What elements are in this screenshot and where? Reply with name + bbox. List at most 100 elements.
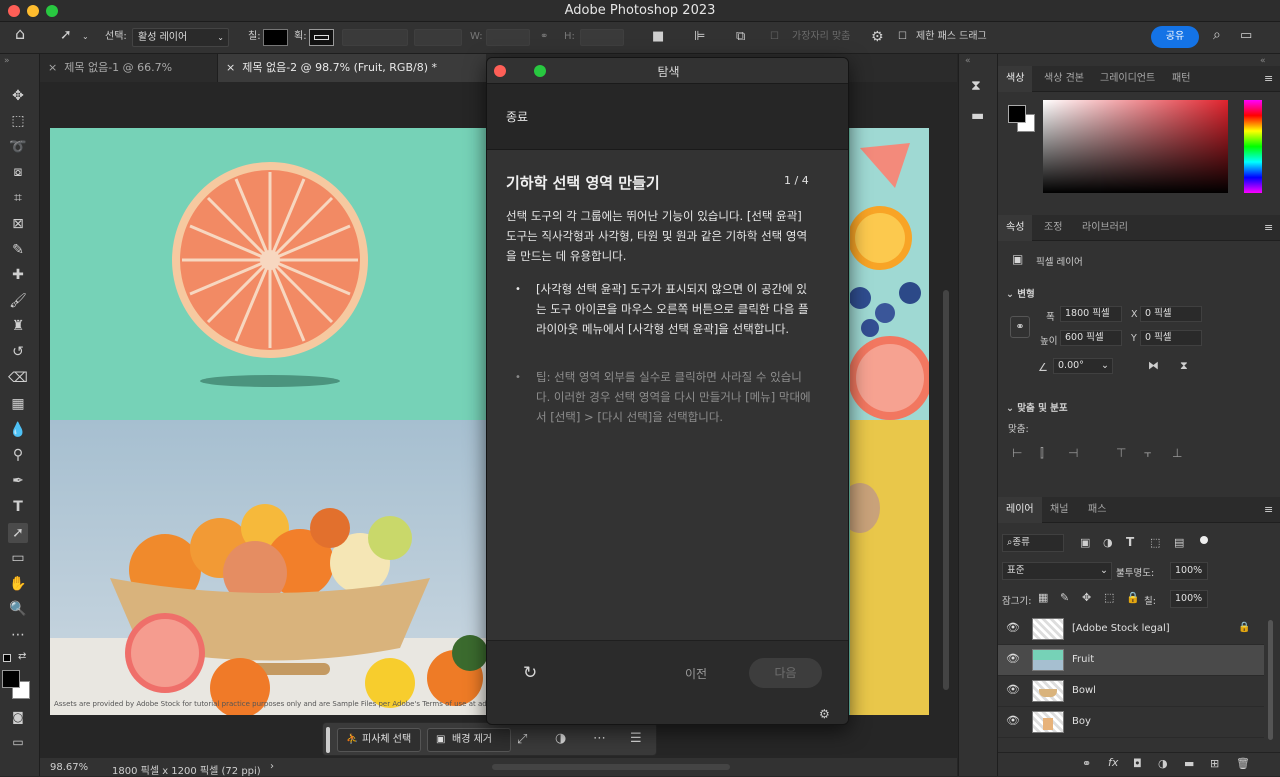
type-tool-icon[interactable]: T <box>8 497 28 517</box>
horizontal-scrollbar[interactable] <box>492 764 730 770</box>
angle-field[interactable]: 0.00° ⌄ <box>1053 358 1113 374</box>
link-icon[interactable]: ⚭ <box>540 28 548 46</box>
trash-icon[interactable]: 🗑 <box>1236 757 1250 770</box>
eye-icon[interactable]: 👁 <box>1006 683 1020 696</box>
default-colors-icon[interactable] <box>3 654 11 662</box>
zoom-level[interactable]: 98.67% <box>50 762 88 773</box>
width-field[interactable] <box>486 29 530 46</box>
align-top-icon[interactable]: ⊤ <box>1116 446 1126 460</box>
select-subject-button[interactable]: ⛹ 피사체 선택 <box>337 728 421 752</box>
panel-menu-icon[interactable]: ≡ <box>1264 72 1273 85</box>
comments-icon[interactable]: ▬ <box>971 108 984 124</box>
more-tools-icon[interactable]: ⋯ <box>8 625 28 645</box>
eye-icon[interactable]: 👁 <box>1006 714 1020 727</box>
shape-filter-icon[interactable]: ⬚ <box>1150 536 1160 549</box>
healing-brush-icon[interactable]: ✚ <box>8 265 28 285</box>
share-button[interactable]: 공유 <box>1151 26 1199 48</box>
panel-menu-icon[interactable]: ≡ <box>1264 503 1273 516</box>
history-brush-icon[interactable]: ↺ <box>8 342 28 362</box>
close-tab-icon[interactable]: × <box>226 61 235 74</box>
path-arrangement-icon[interactable]: ⧉ <box>736 28 745 46</box>
stroke-width-field[interactable] <box>342 29 408 46</box>
tab-libraries[interactable]: 라이브러리 <box>1074 215 1136 241</box>
layers-scrollbar[interactable] <box>1268 620 1273 740</box>
blend-mode-dropdown[interactable]: 표준 ⌄ <box>1002 562 1112 580</box>
tab-properties[interactable]: 속성 <box>998 215 1033 241</box>
tab-gradients[interactable]: 그레이디언트 <box>1092 66 1163 92</box>
new-adjustment-icon[interactable]: ◑ <box>1158 757 1168 770</box>
zoom-tool-icon[interactable]: 🔍 <box>8 599 28 619</box>
fx-icon[interactable]: fx <box>1108 756 1118 769</box>
more-options-icon[interactable]: ⋯ <box>593 731 606 746</box>
link-icon[interactable]: ⚭ <box>1010 316 1030 338</box>
path-selection-tool-icon[interactable]: ➚ <box>60 26 72 44</box>
vertical-scrollbar[interactable] <box>943 290 949 690</box>
end-button[interactable]: 종료 <box>506 108 528 125</box>
pen-tool-icon[interactable]: ✒ <box>8 471 28 491</box>
path-operations-icon[interactable]: ■ <box>652 28 664 46</box>
restart-icon[interactable]: ↻ <box>523 663 537 683</box>
remove-background-button[interactable]: ▣ 배경 제거 <box>427 728 511 752</box>
gradient-tool-icon[interactable]: ▦ <box>8 394 28 414</box>
settings-sliders-icon[interactable]: ☰ <box>630 731 642 746</box>
constrain-path-checkbox[interactable]: ☐ <box>898 28 907 46</box>
blur-tool-icon[interactable]: 💧 <box>8 420 28 440</box>
tab-paths[interactable]: 패스 <box>1080 497 1114 523</box>
hand-tool-icon[interactable]: ✋ <box>8 574 28 594</box>
rectangle-tool-icon[interactable]: ▭ <box>8 548 28 568</box>
type-filter-icon[interactable]: T <box>1126 535 1134 549</box>
tab-document-1[interactable]: × 제목 없음-1 @ 66.7% (RGB/8) <box>40 54 218 102</box>
align-section[interactable]: ⌄ 맞춤 및 분포 <box>1006 400 1068 414</box>
screen-mode-icon[interactable]: ▭ <box>8 732 28 752</box>
path-alignment-icon[interactable]: ⊫ <box>694 28 705 46</box>
tab-color[interactable]: 색상 <box>998 66 1033 92</box>
layer-row[interactable]: 👁 [Adobe Stock legal] 🔒 <box>998 614 1264 645</box>
collapse-icon[interactable]: « <box>1260 56 1266 66</box>
height-field[interactable]: 600 픽셀 <box>1060 330 1122 346</box>
y-field[interactable]: 0 픽셀 <box>1140 330 1202 346</box>
collapse-icon[interactable]: « <box>965 56 971 66</box>
pixel-filter-icon[interactable]: ▣ <box>1080 536 1090 549</box>
layer-row[interactable]: 👁 Bowl <box>998 676 1264 707</box>
chevron-down-icon[interactable]: ⌄ <box>82 28 89 46</box>
color-field[interactable] <box>1043 100 1228 193</box>
tab-channels[interactable]: 채널 <box>1042 497 1076 523</box>
align-middle-icon[interactable]: ⫟ <box>1144 446 1151 461</box>
link-layers-icon[interactable]: ⚭ <box>1082 757 1091 770</box>
layer-row[interactable]: 👁 Boy <box>998 707 1264 738</box>
align-left-icon[interactable]: ⊢ <box>1012 446 1022 460</box>
layer-row[interactable]: 👁 Fruit <box>998 645 1264 676</box>
move-tool-icon[interactable]: ✥ <box>8 86 28 106</box>
fill-swatch[interactable] <box>263 29 288 46</box>
foreground-color-swatch[interactable] <box>1008 105 1026 123</box>
foreground-color-swatch[interactable] <box>2 670 20 688</box>
swap-colors-icon[interactable]: ⇄ <box>18 651 26 662</box>
frame-tool-icon[interactable]: ⊠ <box>8 214 28 234</box>
stroke-type-dropdown[interactable] <box>414 29 462 46</box>
history-icon[interactable]: ⧗ <box>971 78 981 94</box>
filter-toggle[interactable] <box>1200 536 1208 544</box>
gear-icon[interactable]: ⚙ <box>819 707 830 721</box>
lasso-tool-icon[interactable]: ➰ <box>8 137 28 157</box>
smart-object-filter-icon[interactable]: ▤ <box>1174 536 1184 549</box>
flip-horizontal-icon[interactable]: ⧓ <box>1148 359 1159 372</box>
dodge-tool-icon[interactable]: ⚲ <box>8 445 28 465</box>
chevron-right-icon[interactable]: › <box>270 761 274 772</box>
align-center-icon[interactable]: ⫿ <box>1040 446 1044 461</box>
new-layer-icon[interactable]: ⊞ <box>1210 757 1219 770</box>
eye-icon[interactable]: 👁 <box>1006 621 1020 634</box>
collapse-icon[interactable]: » <box>4 56 10 66</box>
clone-stamp-icon[interactable]: ♜ <box>8 316 28 336</box>
fill-field[interactable]: 100% <box>1170 590 1208 608</box>
lock-artboard-icon[interactable]: ⬚ <box>1104 591 1114 604</box>
adjustment-filter-icon[interactable]: ◑ <box>1103 536 1113 549</box>
height-field[interactable] <box>580 29 624 46</box>
transform-icon[interactable]: ⤢ <box>517 732 527 747</box>
drag-handle[interactable] <box>326 727 330 753</box>
width-field[interactable]: 1800 픽셀 <box>1060 306 1122 322</box>
lock-all-icon[interactable]: 🔒 <box>1126 591 1140 604</box>
tab-swatches[interactable]: 색상 견본 <box>1036 66 1092 92</box>
lock-position-icon[interactable]: ✥ <box>1082 591 1091 604</box>
tab-adjustments[interactable]: 조정 <box>1036 215 1070 241</box>
previous-button[interactable]: 이전 <box>685 665 707 682</box>
